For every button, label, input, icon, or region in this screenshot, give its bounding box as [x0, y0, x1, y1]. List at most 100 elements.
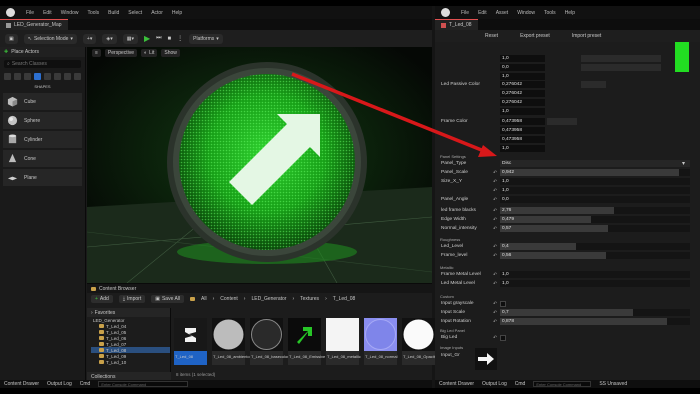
breadcrumb-all[interactable]: All — [201, 296, 207, 302]
menu-edit[interactable]: Edit — [478, 10, 487, 16]
menu-actor[interactable]: Actor — [151, 10, 163, 16]
save-icon[interactable]: ▣ — [5, 33, 18, 44]
reset-arrow-icon[interactable]: ↶ — [493, 253, 497, 259]
reset-arrow-icon[interactable]: ↶ — [493, 301, 497, 307]
menu-help[interactable]: Help — [172, 10, 182, 16]
param-value[interactable]: 0,0 — [500, 64, 545, 71]
cinematic-icon[interactable] — [44, 73, 51, 80]
breadcrumb-t-led-08[interactable]: T_Led_08 — [333, 296, 356, 302]
export-preset-button[interactable]: Export preset — [520, 33, 550, 39]
reset-arrow-icon[interactable]: ↶ — [493, 170, 497, 176]
actor-cube[interactable]: Cube — [3, 93, 82, 110]
lit-button[interactable]: ◐ Lit — [141, 48, 158, 57]
menu-asset[interactable]: Asset — [496, 10, 509, 16]
param-value[interactable]: 0,276042 — [500, 99, 545, 106]
asset-tile[interactable]: T_Led_08_normal — [364, 318, 397, 365]
reset-arrow-icon[interactable]: ↶ — [493, 319, 497, 325]
actor-cone[interactable]: Cone — [3, 150, 82, 167]
param-value[interactable]: 0,276042 — [500, 90, 545, 97]
output-log-button[interactable]: Output Log — [482, 381, 507, 387]
viewport-options-icon[interactable]: ≡ — [92, 48, 101, 57]
asset-tile[interactable]: T_Led_08_Emissive — [288, 318, 325, 365]
all-classes-icon[interactable] — [74, 73, 81, 80]
menu-tools[interactable]: Tools — [87, 10, 99, 16]
reset-arrow-icon[interactable]: ↶ — [493, 335, 497, 341]
shapes-icon[interactable] — [34, 73, 41, 80]
content-drawer-button[interactable]: Content Drawer — [4, 381, 39, 387]
actor-cylinder[interactable]: Cylinder — [3, 131, 82, 148]
param-value[interactable]: 0,276042 — [500, 81, 545, 88]
level-viewport[interactable]: ≡ Perspective ◐ Lit Show — [87, 47, 432, 283]
param-value[interactable]: 0,473958 — [500, 118, 545, 125]
param-value[interactable]: 0,942 — [500, 169, 540, 176]
reset-button[interactable]: Reset — [485, 33, 498, 39]
param-value[interactable]: 0,56 — [500, 252, 540, 259]
tab-level-map[interactable]: LED_Generator_Map — [0, 19, 68, 30]
reset-arrow-icon[interactable]: ↶ — [493, 226, 497, 232]
menu-tools[interactable]: Tools — [544, 10, 556, 16]
menu-edit[interactable]: Edit — [43, 10, 52, 16]
section-metallic[interactable]: Metallic — [435, 264, 700, 270]
search-classes-input[interactable]: ⌕ Search Classes — [4, 60, 81, 68]
unsaved-indicator[interactable]: SS Unsaved — [599, 381, 627, 387]
breadcrumb-content[interactable]: Content — [220, 296, 238, 302]
volumes-icon[interactable] — [64, 73, 71, 80]
param-value[interactable]: 0,7 — [500, 309, 540, 316]
panel-type-dropdown[interactable]: Disc — [500, 160, 690, 167]
section-big-led[interactable]: Big Led Panel — [435, 327, 700, 333]
breadcrumb-led-generator[interactable]: LED_Generator — [251, 296, 286, 302]
visual-effects-icon[interactable] — [54, 73, 61, 80]
param-value[interactable]: 0,4 — [500, 243, 540, 250]
breadcrumb-textures[interactable]: Textures — [300, 296, 319, 302]
reset-arrow-icon[interactable]: ↶ — [493, 188, 497, 194]
reset-arrow-icon[interactable]: ↶ — [493, 244, 497, 250]
reset-arrow-icon[interactable]: ↶ — [493, 197, 497, 203]
param-value[interactable]: 1,0 — [500, 73, 545, 80]
menu-file[interactable]: File — [26, 10, 34, 16]
param-value[interactable]: 2,76 — [500, 207, 540, 214]
import-button[interactable]: ⤓ Import — [118, 295, 146, 303]
arrow-texture-preview[interactable] — [475, 348, 497, 370]
console-input[interactable]: Enter Console Command — [98, 381, 189, 387]
section-roughness[interactable]: Roughness — [435, 236, 700, 242]
content-drawer-button[interactable]: Content Drawer — [439, 381, 474, 387]
menu-file[interactable]: File — [461, 10, 469, 16]
param-value[interactable]: 0,878 — [500, 318, 540, 325]
asset-tile[interactable]: T_Led_08_ambientocclus — [212, 318, 259, 365]
console-input[interactable]: Enter Console Command — [533, 381, 592, 387]
cmd-dropdown[interactable]: Cmd — [80, 381, 91, 387]
reset-arrow-icon[interactable]: ↶ — [493, 281, 497, 287]
add-button[interactable]: + Add — [91, 295, 113, 303]
cmd-dropdown[interactable]: Cmd — [515, 381, 526, 387]
reset-arrow-icon[interactable]: ↶ — [493, 310, 497, 316]
param-value[interactable]: 1,0 — [500, 108, 545, 115]
asset-tile[interactable]: T_Led_08_Opacity — [402, 318, 437, 365]
import-preset-button[interactable]: Import preset — [572, 33, 601, 39]
play-icon[interactable]: ▶ — [144, 34, 150, 43]
param-value[interactable]: 1,0 — [500, 187, 540, 194]
platforms-dropdown[interactable]: Platforms ▾ — [189, 33, 223, 44]
show-button[interactable]: Show — [161, 48, 180, 57]
save-all-button[interactable]: ▣ Save All — [151, 295, 185, 303]
actor-plane[interactable]: Plane — [3, 169, 82, 186]
param-value[interactable]: 0,473958 — [500, 136, 545, 143]
param-value[interactable]: 0,57 — [500, 225, 540, 232]
param-value[interactable]: 0,473958 — [500, 127, 545, 134]
actor-sphere[interactable]: Sphere — [3, 112, 82, 129]
selection-mode-dropdown[interactable]: ↖ Selection Mode ▾ — [23, 33, 77, 44]
menu-help[interactable]: Help — [565, 10, 575, 16]
stop-icon[interactable]: ■ — [168, 36, 172, 42]
lights-icon[interactable] — [24, 73, 31, 80]
param-value[interactable]: 1,0 — [500, 280, 540, 287]
reset-arrow-icon[interactable]: ↶ — [493, 208, 497, 214]
content-browser-tab[interactable]: Content Browser — [87, 284, 432, 293]
reset-arrow-icon[interactable]: ↶ — [493, 179, 497, 185]
recent-icon[interactable] — [4, 73, 11, 80]
tree-folder[interactable]: T_Led_10 — [91, 359, 170, 365]
param-value[interactable]: 1,0 — [500, 145, 545, 152]
perspective-button[interactable]: Perspective — [104, 48, 138, 57]
param-value[interactable]: 0,0 — [500, 196, 540, 203]
param-value[interactable]: 1,0 — [500, 271, 540, 278]
output-log-button[interactable]: Output Log — [47, 381, 72, 387]
blueprint-button[interactable]: ◈▾ — [102, 33, 117, 44]
